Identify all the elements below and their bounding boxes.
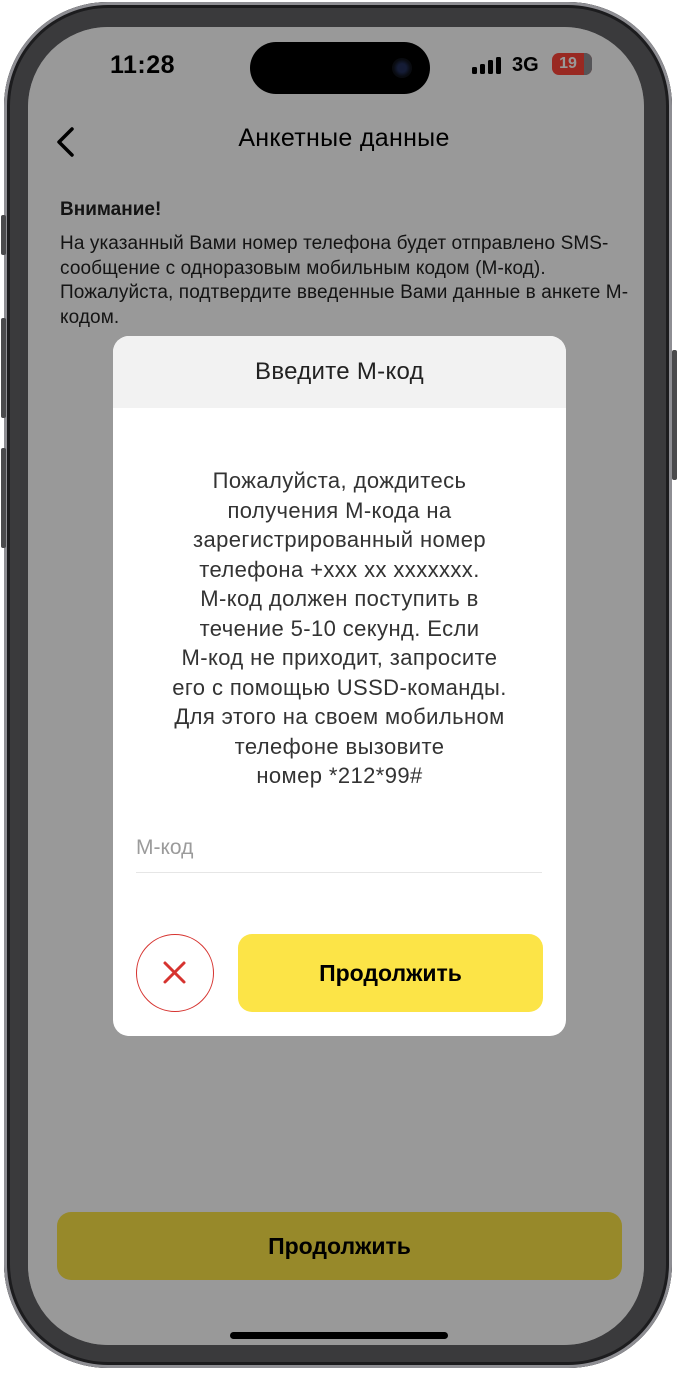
home-indicator bbox=[230, 1332, 448, 1339]
m-code-dialog: Введите М-код Пожалуйста, дождитесь полу… bbox=[113, 336, 566, 1036]
phone-power-button bbox=[672, 350, 677, 480]
phone-action-button bbox=[1, 215, 6, 255]
dialog-title: Введите М-код bbox=[113, 336, 566, 408]
dialog-message: Пожалуйста, дождитесь получения М-кода н… bbox=[172, 468, 507, 788]
phone-volume-down-button bbox=[1, 448, 6, 548]
m-code-input[interactable] bbox=[136, 824, 542, 873]
dialog-continue-button[interactable]: Продолжить bbox=[238, 934, 543, 1012]
close-icon bbox=[163, 961, 186, 984]
phone-screen: 11:28 3G 19 Анкетные данные Внимание! На… bbox=[28, 27, 644, 1345]
cancel-button[interactable] bbox=[136, 934, 214, 1012]
phone-volume-up-button bbox=[1, 318, 6, 418]
